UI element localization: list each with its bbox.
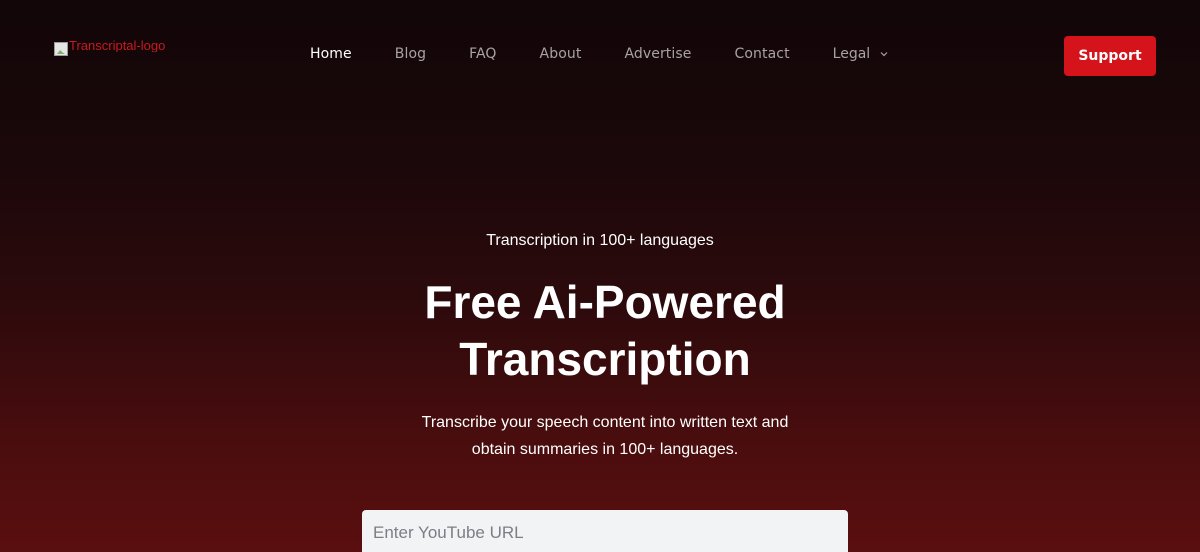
nav-blog[interactable]: Blog <box>395 46 426 62</box>
nav-legal-dropdown[interactable]: Legal <box>833 46 889 62</box>
nav-advertise[interactable]: Advertise <box>624 46 691 62</box>
chevron-down-icon <box>880 52 888 57</box>
nav-faq[interactable]: FAQ <box>469 46 496 62</box>
nav-contact[interactable]: Contact <box>735 46 790 62</box>
hero-subtitle-line2: obtain summaries in 100+ languages. <box>471 441 739 458</box>
hero-subtitle-line1: Transcribe your speech content into writ… <box>421 414 789 431</box>
site-logo[interactable]: Transcriptal-logo <box>54 40 165 56</box>
hero-title-line1: Free Ai-Powered <box>424 276 786 328</box>
broken-image-icon <box>54 42 68 56</box>
nav-legal-label: Legal <box>832 46 871 62</box>
hero-eyebrow: Transcription in 100+ languages <box>486 232 714 249</box>
support-button[interactable]: Support <box>1064 36 1156 76</box>
hero-title: Free Ai-Powered Transcription <box>300 274 910 388</box>
hero-title-line2: Transcription <box>459 333 751 385</box>
hero-subtitle: Transcribe your speech content into writ… <box>380 409 830 463</box>
youtube-url-input[interactable] <box>362 510 848 552</box>
logo-alt-text: Transcriptal-logo <box>69 40 166 52</box>
nav-about[interactable]: About <box>540 46 582 62</box>
nav-home[interactable]: Home <box>310 46 352 62</box>
main-nav: Home Blog FAQ About Advertise Contact Le… <box>310 46 888 62</box>
site-header: Transcriptal-logo Home Blog FAQ About Ad… <box>0 0 1200 112</box>
